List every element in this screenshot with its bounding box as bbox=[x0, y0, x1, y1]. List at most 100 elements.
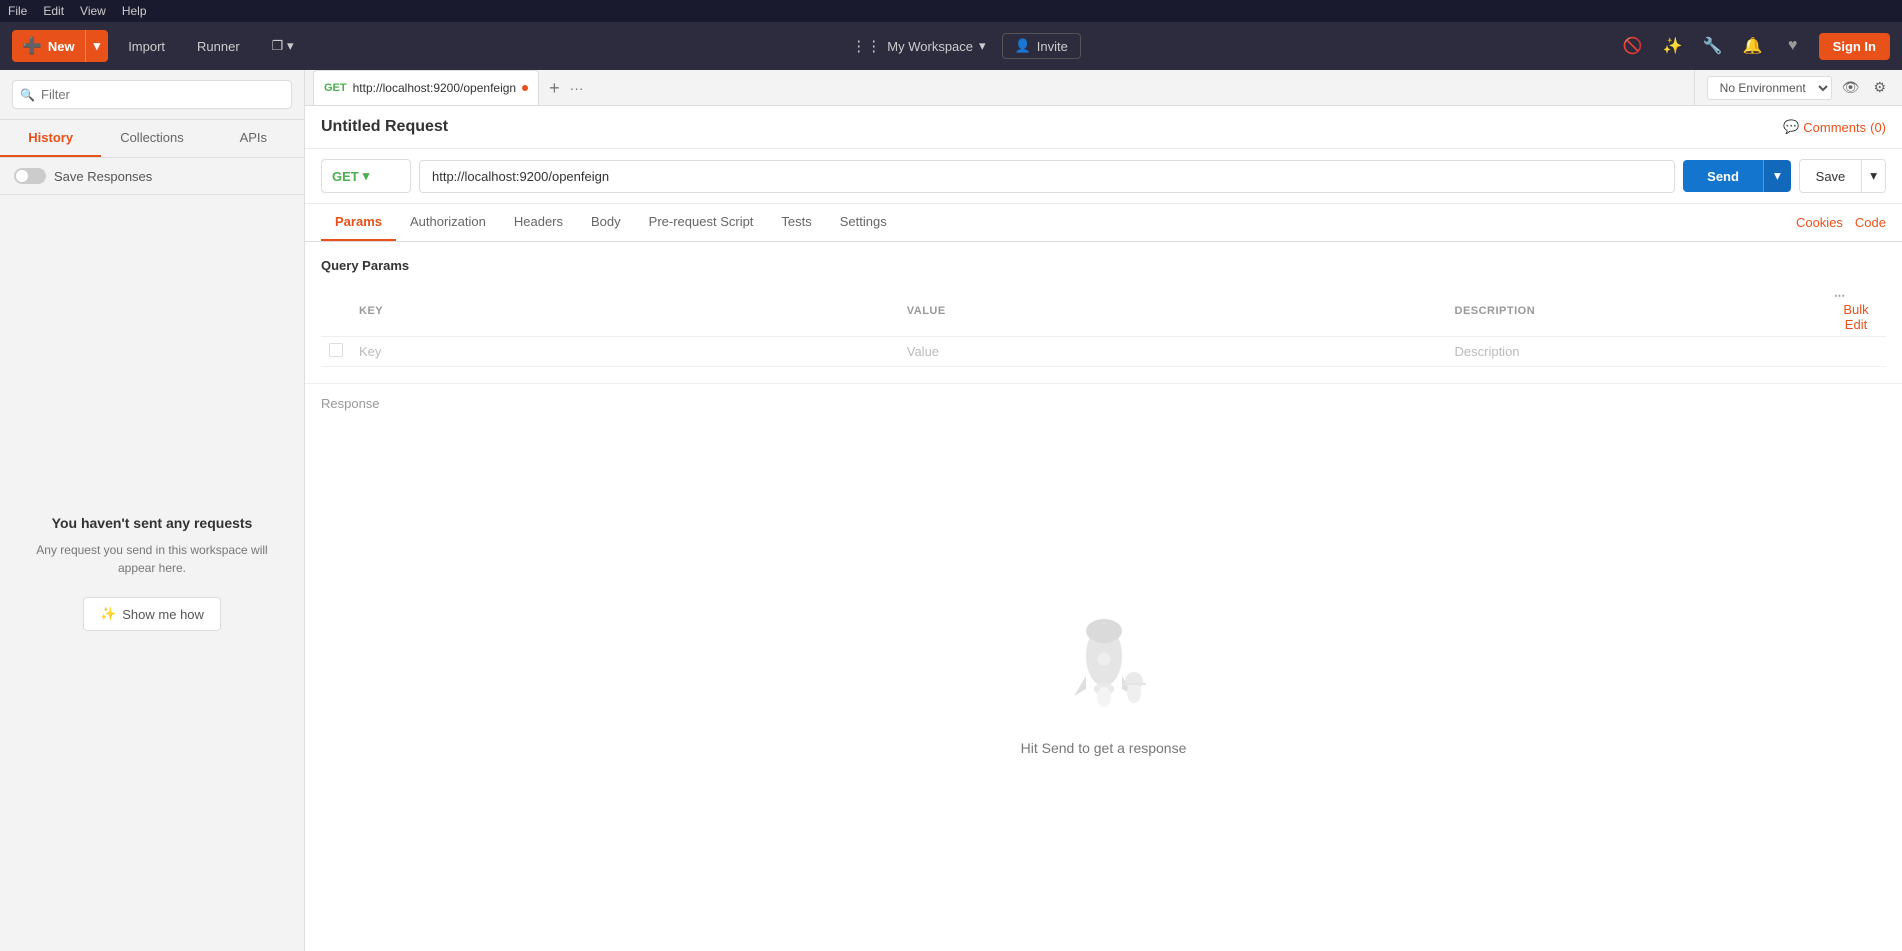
cookies-link[interactable]: Cookies bbox=[1796, 215, 1843, 230]
col-check-header bbox=[321, 285, 351, 337]
save-button[interactable]: Save bbox=[1800, 160, 1862, 192]
send-button[interactable]: Send bbox=[1683, 160, 1763, 192]
bell-icon[interactable]: 🔔 bbox=[1739, 32, 1767, 60]
send-dropdown-button[interactable]: ▾ bbox=[1763, 160, 1791, 192]
tab-method-badge: GET bbox=[324, 82, 347, 94]
url-input[interactable] bbox=[419, 160, 1675, 193]
tab-settings[interactable]: Settings bbox=[826, 204, 901, 241]
bulk-edit-button[interactable]: Bulk Edit bbox=[1834, 302, 1878, 332]
sidebar-tab-apis[interactable]: APIs bbox=[203, 120, 304, 157]
show-me-how-button[interactable]: ✨ Show me how bbox=[83, 597, 221, 631]
menu-edit[interactable]: Edit bbox=[43, 4, 64, 18]
col-actions-header: ⋯ Bulk Edit bbox=[1826, 285, 1886, 337]
empty-title: You haven't sent any requests bbox=[52, 515, 253, 531]
new-label: New bbox=[48, 39, 75, 54]
comments-button[interactable]: 💬 Comments (0) bbox=[1783, 119, 1886, 135]
desc-input[interactable] bbox=[1455, 344, 1819, 359]
save-dropdown-button[interactable]: ▾ bbox=[1861, 160, 1885, 192]
search-input[interactable] bbox=[12, 80, 292, 109]
comments-label: Comments bbox=[1803, 120, 1866, 135]
request-tabs-row: Params Authorization Headers Body Pre-re… bbox=[305, 204, 1902, 242]
method-dropdown-arrow: ▾ bbox=[363, 168, 370, 184]
sidebar: 🔍 History Collections APIs Save Response… bbox=[0, 70, 305, 951]
capture-icon: ❐ ▾ bbox=[272, 38, 294, 53]
signin-button[interactable]: Sign In bbox=[1819, 33, 1890, 60]
request-tab[interactable]: GET http://localhost:9200/openfeign bbox=[313, 70, 539, 105]
key-input[interactable] bbox=[359, 344, 891, 359]
col-value-header: VALUE bbox=[899, 285, 1447, 337]
code-link[interactable]: Code bbox=[1855, 215, 1886, 230]
environment-section: No Environment 👁 ⚙ bbox=[1694, 70, 1902, 105]
sidebar-tab-collections[interactable]: Collections bbox=[101, 120, 202, 157]
tab-params[interactable]: Params bbox=[321, 204, 396, 241]
chevron-down-icon: ▾ bbox=[94, 38, 101, 54]
url-bar: GET ▾ Send ▾ Save ▾ bbox=[305, 149, 1902, 204]
tab-authorization[interactable]: Authorization bbox=[396, 204, 500, 241]
environment-dropdown[interactable]: No Environment bbox=[1707, 76, 1832, 100]
row-checkbox-cell bbox=[321, 337, 351, 367]
workspace-grid-icon: ⋮⋮ bbox=[851, 37, 881, 55]
new-dropdown-arrow[interactable]: ▾ bbox=[86, 30, 109, 62]
tabs-bar: GET http://localhost:9200/openfeign + ··… bbox=[305, 70, 1694, 105]
comment-icon: 💬 bbox=[1783, 119, 1799, 135]
wrench-icon[interactable]: 🔧 bbox=[1699, 32, 1727, 60]
rocket-illustration: Hit Send to get a response bbox=[1021, 611, 1187, 756]
workspace-chevron-icon: ▾ bbox=[979, 38, 986, 54]
environment-settings-button[interactable]: ⚙ bbox=[1869, 77, 1890, 98]
method-selector[interactable]: GET ▾ bbox=[321, 159, 411, 193]
value-cell bbox=[899, 337, 1447, 367]
workspace-name: My Workspace bbox=[887, 39, 973, 54]
heart-icon[interactable]: ♥ bbox=[1779, 32, 1807, 60]
sidebar-tabs: History Collections APIs bbox=[0, 120, 304, 158]
menu-view[interactable]: View bbox=[80, 4, 106, 18]
row-more-icon[interactable]: ⋯ bbox=[1834, 290, 1846, 302]
response-label: Response bbox=[321, 396, 380, 411]
invite-button[interactable]: 👤 Invite bbox=[1002, 33, 1081, 59]
tab-headers[interactable]: Headers bbox=[500, 204, 577, 241]
comments-count: (0) bbox=[1870, 120, 1886, 135]
row-actions-cell bbox=[1826, 337, 1886, 367]
search-icon: 🔍 bbox=[20, 88, 35, 102]
sparkle-icon[interactable]: ✨ bbox=[1659, 32, 1687, 60]
blocked-icon[interactable]: 🚫 bbox=[1619, 32, 1647, 60]
user-icon: 👤 bbox=[1015, 38, 1031, 54]
desc-cell bbox=[1447, 337, 1827, 367]
tabs-more-button[interactable]: ··· bbox=[570, 80, 584, 96]
tab-body[interactable]: Body bbox=[577, 204, 635, 241]
row-checkbox[interactable] bbox=[329, 343, 343, 357]
tab-url: http://localhost:9200/openfeign bbox=[353, 81, 516, 95]
request-panel: Untitled Request 💬 Comments (0) bbox=[305, 106, 1902, 149]
send-button-group: Send ▾ bbox=[1683, 160, 1791, 192]
runner-button[interactable]: Runner bbox=[185, 30, 252, 62]
save-responses-row: Save Responses bbox=[0, 158, 304, 195]
menu-bar: File Edit View Help bbox=[0, 0, 1902, 22]
sidebar-search-area: 🔍 bbox=[0, 70, 304, 120]
table-row bbox=[321, 337, 1886, 367]
query-params-title: Query Params bbox=[321, 258, 1886, 273]
value-input[interactable] bbox=[907, 344, 1439, 359]
sidebar-tab-history[interactable]: History bbox=[0, 120, 101, 157]
menu-help[interactable]: Help bbox=[122, 4, 147, 18]
tab-prerequest[interactable]: Pre-request Script bbox=[635, 204, 768, 241]
menu-file[interactable]: File bbox=[8, 4, 27, 18]
toolbar: ➕ New ▾ Import Runner ❐ ▾ ⋮⋮ My Workspac… bbox=[0, 22, 1902, 70]
toolbar-center: ⋮⋮ My Workspace ▾ 👤 Invite bbox=[313, 33, 1610, 59]
plus-icon: ➕ bbox=[22, 36, 42, 56]
tab-unsaved-dot bbox=[522, 85, 528, 91]
new-button-main[interactable]: ➕ New bbox=[12, 30, 86, 62]
search-wrapper: 🔍 bbox=[12, 80, 292, 109]
environment-eye-button[interactable]: 👁 bbox=[1838, 77, 1864, 98]
workspace-button[interactable]: ⋮⋮ My Workspace ▾ bbox=[843, 33, 993, 59]
tabs-bar-row: GET http://localhost:9200/openfeign + ··… bbox=[305, 70, 1902, 106]
main-layout: 🔍 History Collections APIs Save Response… bbox=[0, 70, 1902, 951]
save-responses-toggle[interactable] bbox=[14, 168, 46, 184]
new-button[interactable]: ➕ New ▾ bbox=[12, 30, 108, 62]
tab-tests[interactable]: Tests bbox=[767, 204, 825, 241]
save-responses-label: Save Responses bbox=[54, 169, 152, 184]
capture-button[interactable]: ❐ ▾ bbox=[260, 30, 306, 62]
import-button[interactable]: Import bbox=[116, 30, 177, 62]
save-button-group: Save ▾ bbox=[1799, 159, 1886, 193]
params-section: Query Params KEY VALUE DESCRIPTION ⋯ Bul… bbox=[305, 242, 1902, 383]
request-tabs-right: Cookies Code bbox=[1796, 215, 1886, 230]
new-tab-button[interactable]: + bbox=[543, 79, 566, 97]
